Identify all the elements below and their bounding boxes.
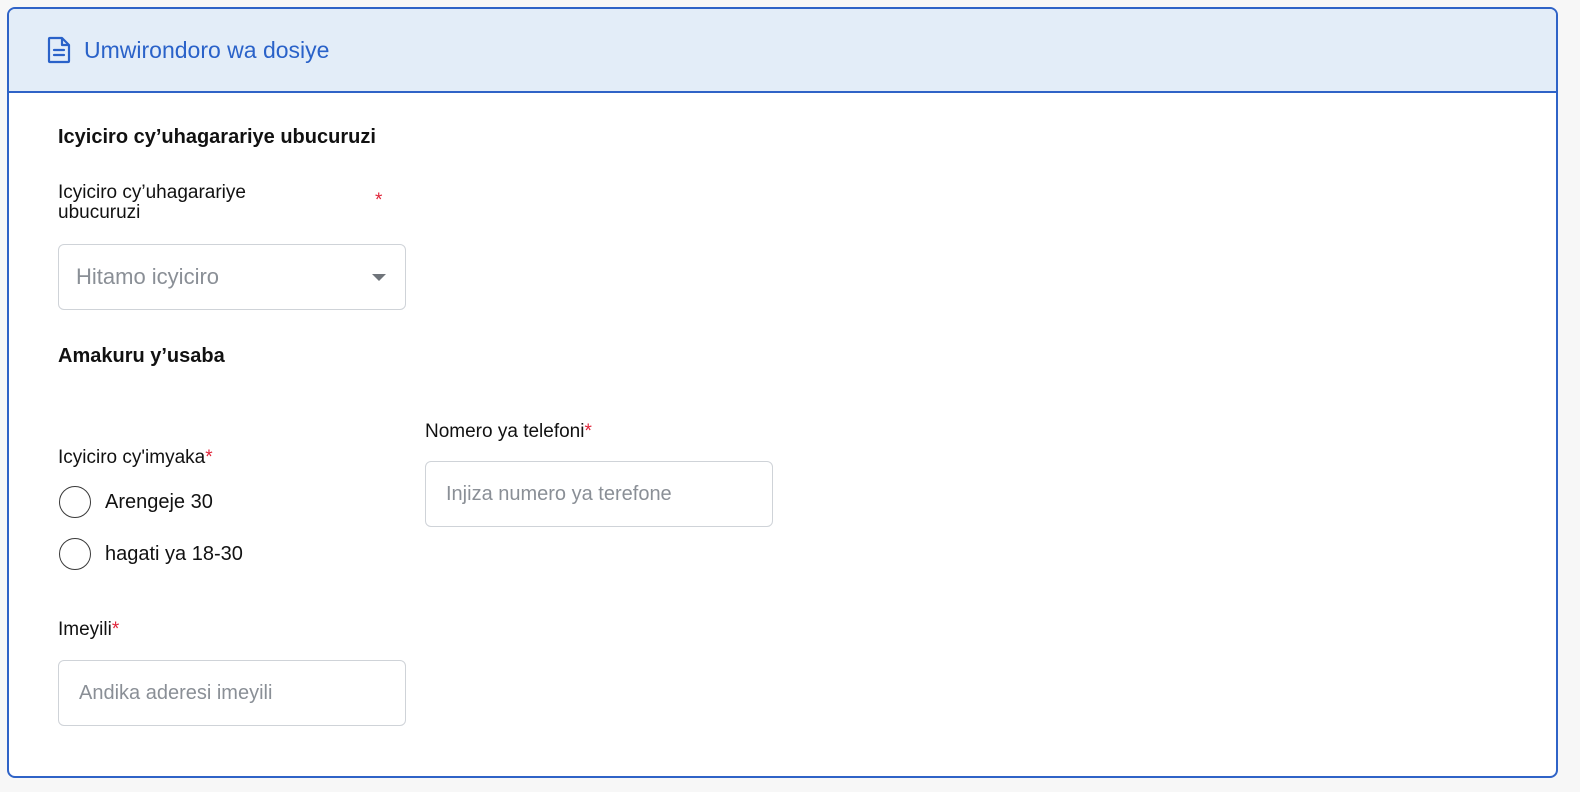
business-section-title: Icyiciro cy’uhagarariye ubucuruzi [58, 126, 376, 148]
age-category-label: Icyiciro cy'imyaka* [58, 447, 213, 468]
panel-title: Umwirondoro wa dosiye [84, 36, 330, 63]
email-label: Imeyili* [58, 619, 120, 640]
business-category-label-line2: ubucuruzi [58, 202, 141, 223]
business-category-label-line1: Icyiciro cy’uhagarariye [58, 182, 246, 203]
document-icon [46, 36, 72, 64]
age-option-18-30[interactable]: hagati ya 18-30 [59, 538, 243, 570]
radio-button[interactable] [59, 538, 91, 570]
email-input[interactable] [58, 660, 406, 726]
phone-input[interactable] [425, 461, 773, 527]
age-option-over-30[interactable]: Arengeje 30 [59, 486, 213, 518]
applicant-section-title: Amakuru y’usaba [58, 345, 225, 367]
phone-label: Nomero ya telefoni* [425, 421, 592, 442]
caret-down-icon [372, 274, 386, 281]
required-marker: * [375, 190, 383, 211]
profile-panel: Umwirondoro wa dosiye Icyiciro cy’uhagar… [7, 7, 1558, 778]
business-category-select[interactable]: Hitamo icyiciro [58, 244, 406, 310]
panel-header: Umwirondoro wa dosiye [9, 9, 1556, 93]
select-placeholder: Hitamo icyiciro [76, 264, 220, 289]
radio-button[interactable] [59, 486, 91, 518]
